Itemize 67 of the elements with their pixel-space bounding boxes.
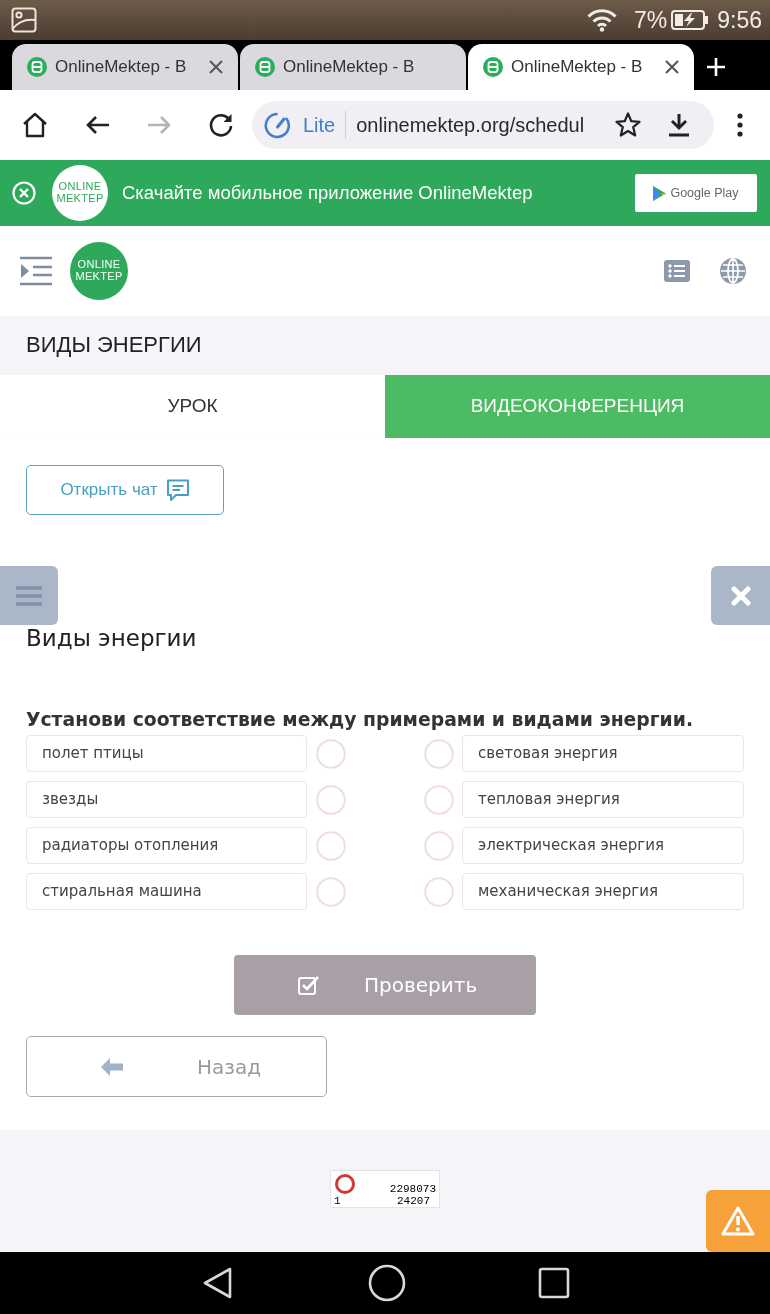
play-store-icon (653, 185, 667, 201)
energy-type-item[interactable]: световая энергия (462, 735, 744, 772)
lite-label: Lite (303, 113, 336, 138)
match-handle-icon[interactable] (424, 738, 454, 769)
google-play-button[interactable]: Google Play (635, 174, 757, 212)
counter-value: 1 (334, 1195, 341, 1207)
match-handle-icon[interactable] (316, 830, 346, 861)
instruction-text: Установи соответствие между примерами и видами энергии. (26, 708, 695, 732)
browser-tab[interactable]: OnlineMektep - В (468, 44, 694, 90)
gauge-icon (264, 111, 291, 139)
browser-tab[interactable]: OnlineMektep - В (240, 44, 466, 90)
ring-icon (334, 1173, 356, 1195)
download-icon[interactable] (666, 112, 692, 138)
close-icon (730, 585, 751, 606)
page-title: ВИДЫ ЭНЕРГИИ (26, 330, 202, 359)
arrow-left-icon (101, 1057, 123, 1076)
match-handle-icon[interactable] (316, 738, 346, 769)
example-item[interactable]: стиральная машина (26, 873, 307, 910)
reload-icon[interactable] (207, 111, 235, 139)
app-logo: ONLINE MEKTEP (52, 165, 108, 221)
gallery-icon (11, 7, 37, 33)
exercise-title: Виды энергии (26, 625, 198, 651)
favicon-icon (483, 57, 503, 77)
list-view-icon[interactable] (664, 260, 690, 282)
menu-icon (16, 585, 42, 606)
example-item[interactable]: радиаторы отопления (26, 827, 307, 864)
address-field[interactable]: Lite onlinemektep.org/schedul (252, 101, 714, 149)
example-item[interactable]: звезды (26, 781, 307, 818)
bookmark-star-icon[interactable] (614, 111, 642, 139)
sidebar-toggle-icon[interactable] (20, 256, 52, 286)
energy-type-item[interactable]: тепловая энергия (462, 781, 744, 818)
chat-icon (165, 478, 190, 502)
energy-type-item[interactable]: электрическая энергия (462, 827, 744, 864)
lesson-tab[interactable]: УРОК (0, 375, 385, 438)
close-icon[interactable] (664, 59, 680, 75)
close-icon[interactable] (208, 59, 224, 75)
warning-icon (721, 1206, 755, 1236)
counter-value: 24207 (397, 1195, 430, 1207)
menu-button[interactable] (0, 566, 58, 625)
globe-icon[interactable] (720, 258, 746, 284)
recent-apps-icon[interactable] (537, 1267, 570, 1299)
more-menu-icon[interactable] (737, 113, 743, 137)
favicon-icon (27, 57, 47, 77)
url-text: onlinemektep.org/schedul (356, 113, 585, 138)
checkbox-tick-icon (298, 975, 319, 995)
match-handle-icon[interactable] (316, 876, 346, 907)
counter-value: 2298073 (389, 1183, 436, 1195)
match-handle-icon[interactable] (316, 784, 346, 815)
match-handle-icon[interactable] (424, 784, 454, 815)
clock-time: 9:56 (717, 8, 762, 32)
wifi-icon (586, 8, 618, 32)
report-button[interactable] (706, 1190, 770, 1252)
match-handle-icon[interactable] (424, 876, 454, 907)
visit-counter[interactable]: 2298073 1 24207 (330, 1170, 440, 1208)
battery-percent: 7% (634, 8, 668, 32)
favicon-icon (255, 57, 275, 77)
browser-tab[interactable]: OnlineMektep - В (12, 44, 238, 90)
close-button[interactable] (711, 566, 770, 625)
new-tab-icon[interactable] (706, 57, 726, 77)
banner-text: Скачайте мобильное приложение OnlineMektep (122, 181, 533, 206)
close-circle-icon[interactable] (12, 181, 36, 205)
match-handle-icon[interactable] (424, 830, 454, 861)
battery-charging-icon (671, 9, 710, 31)
example-item[interactable]: полет птицы (26, 735, 307, 772)
home-icon[interactable] (21, 111, 49, 139)
home-circle-icon[interactable] (367, 1264, 406, 1302)
energy-type-item[interactable]: механическая энергия (462, 873, 744, 910)
